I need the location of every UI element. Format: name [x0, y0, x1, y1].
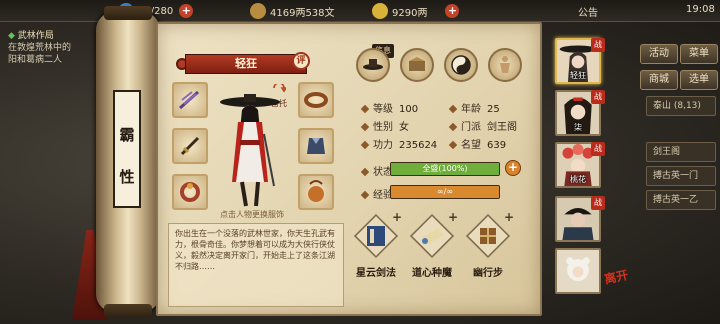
- skill-slot-3[interactable]: [465, 213, 511, 259]
- activity-button[interactable]: 活动: [640, 44, 678, 64]
- amulet-icon: [308, 180, 324, 202]
- side-list-item[interactable]: 搏古英一门: [646, 166, 716, 186]
- quest-tracker[interactable]: ◆ 武林作局 在敦煌荒林中的 阳和葛病二人: [8, 30, 108, 66]
- bracelet-icon: [304, 92, 328, 108]
- exp-bar: ∞/∞: [390, 185, 500, 199]
- options-button[interactable]: 选单: [680, 70, 718, 90]
- equip-slot-ring[interactable]: [172, 174, 208, 210]
- copper-resource: 4169两538文: [250, 3, 335, 19]
- location-info: 泰山 (8,13): [646, 96, 716, 116]
- state-bar: 全盛(100%): [390, 162, 500, 176]
- tab-inventory[interactable]: [400, 48, 434, 82]
- stat-gender: 性别女: [360, 118, 409, 133]
- state-label: 状态: [360, 163, 393, 178]
- book-icon: [367, 226, 385, 246]
- restore-state-button[interactable]: +: [505, 160, 521, 176]
- character-name: 轻狂: [185, 54, 307, 74]
- armor-icon: [307, 138, 325, 154]
- ring-icon: [180, 182, 200, 202]
- add-gold-button[interactable]: +: [445, 4, 460, 18]
- stat-sect: 门派 剑王阁: [448, 118, 517, 133]
- scroll-cap-top: [104, 6, 152, 20]
- feather-icon: [179, 90, 199, 110]
- skill-name-2: 道心种魔: [412, 268, 452, 279]
- battle-tag: 战: [591, 90, 605, 104]
- skill-name-1: 星云剑法: [356, 268, 396, 279]
- equip-slot-bracelet[interactable]: [298, 82, 334, 118]
- battle-tag: 战: [591, 38, 605, 52]
- party-member-5[interactable]: [555, 248, 601, 294]
- equip-slot-weapon[interactable]: [172, 128, 208, 164]
- party-member-name: 柒: [574, 123, 582, 132]
- party-member-name: 桃花: [570, 175, 586, 184]
- battle-tag: 战: [591, 142, 605, 156]
- tab-info[interactable]: [356, 48, 390, 82]
- scroll-title-strip: 霸 性: [113, 90, 141, 208]
- leave-button[interactable]: 离开: [600, 267, 636, 303]
- scroll-icon: [421, 227, 444, 246]
- equip-slot-accessory[interactable]: [298, 174, 334, 210]
- side-list-item[interactable]: 搏古英一乙: [646, 190, 716, 210]
- add-stamina-button[interactable]: +: [179, 4, 194, 18]
- copper-value: 4169两538文: [270, 7, 335, 19]
- party-member-name: 轻狂: [570, 71, 586, 80]
- scroll-title-char-2: 性: [119, 168, 135, 186]
- change-outfit-hint: 点击人物更换服饰: [220, 210, 284, 219]
- state-bar-text: 全盛(100%): [422, 164, 468, 173]
- clock-time: 19:08: [686, 4, 715, 15]
- exp-label: 经验: [360, 186, 393, 201]
- tab-body[interactable]: [488, 48, 522, 82]
- skill-slot-1[interactable]: [353, 213, 399, 259]
- coin-icon: [250, 3, 266, 19]
- equip-slot-headwear[interactable]: [172, 82, 208, 118]
- sword-icon: [180, 136, 200, 156]
- battle-tag: 战: [591, 196, 605, 210]
- scroll-title-char-1: 霸: [119, 126, 135, 144]
- equip-slot-armor[interactable]: [298, 128, 334, 164]
- skill-name-3: 幽行步: [473, 268, 503, 279]
- comment-badge[interactable]: 评: [292, 52, 310, 70]
- bundle-icon: [480, 228, 496, 244]
- stat-age: 年龄 25: [448, 100, 500, 115]
- exp-bar-text: ∞/∞: [436, 187, 454, 196]
- hat-icon: [363, 59, 383, 70]
- menu-button[interactable]: 菜单: [680, 44, 718, 64]
- skill-slot-2[interactable]: [409, 213, 455, 259]
- quest-line-2: 阳和葛病二人: [8, 55, 63, 65]
- stat-power: 功力 235624: [360, 136, 437, 151]
- gold-value: 9290两: [392, 7, 428, 19]
- yinyang-icon: [451, 55, 471, 75]
- tab-meridian[interactable]: [444, 48, 478, 82]
- character-figure[interactable]: [214, 90, 286, 208]
- side-list-item[interactable]: 剑王阁: [646, 142, 716, 162]
- body-icon: [500, 56, 510, 73]
- character-description: 你出生在一个没落的武林世家，你天生孔武有力，根骨奇佳。你梦想着可以成为大侠行侠仗…: [168, 223, 344, 307]
- notice-button[interactable]: 公告: [578, 4, 598, 19]
- box-icon: [409, 57, 425, 71]
- scroll-cap-bottom: [104, 304, 152, 318]
- shop-button[interactable]: 商城: [640, 70, 678, 90]
- quest-line-1: 在敦煌荒林中的: [8, 43, 72, 53]
- quest-title: 武林作局: [17, 31, 54, 41]
- stat-fame: 名望 639: [448, 136, 506, 151]
- gold-resource: 9290两 +: [372, 3, 460, 19]
- stat-level: 等级 100: [360, 100, 418, 115]
- gold-icon: [372, 3, 388, 19]
